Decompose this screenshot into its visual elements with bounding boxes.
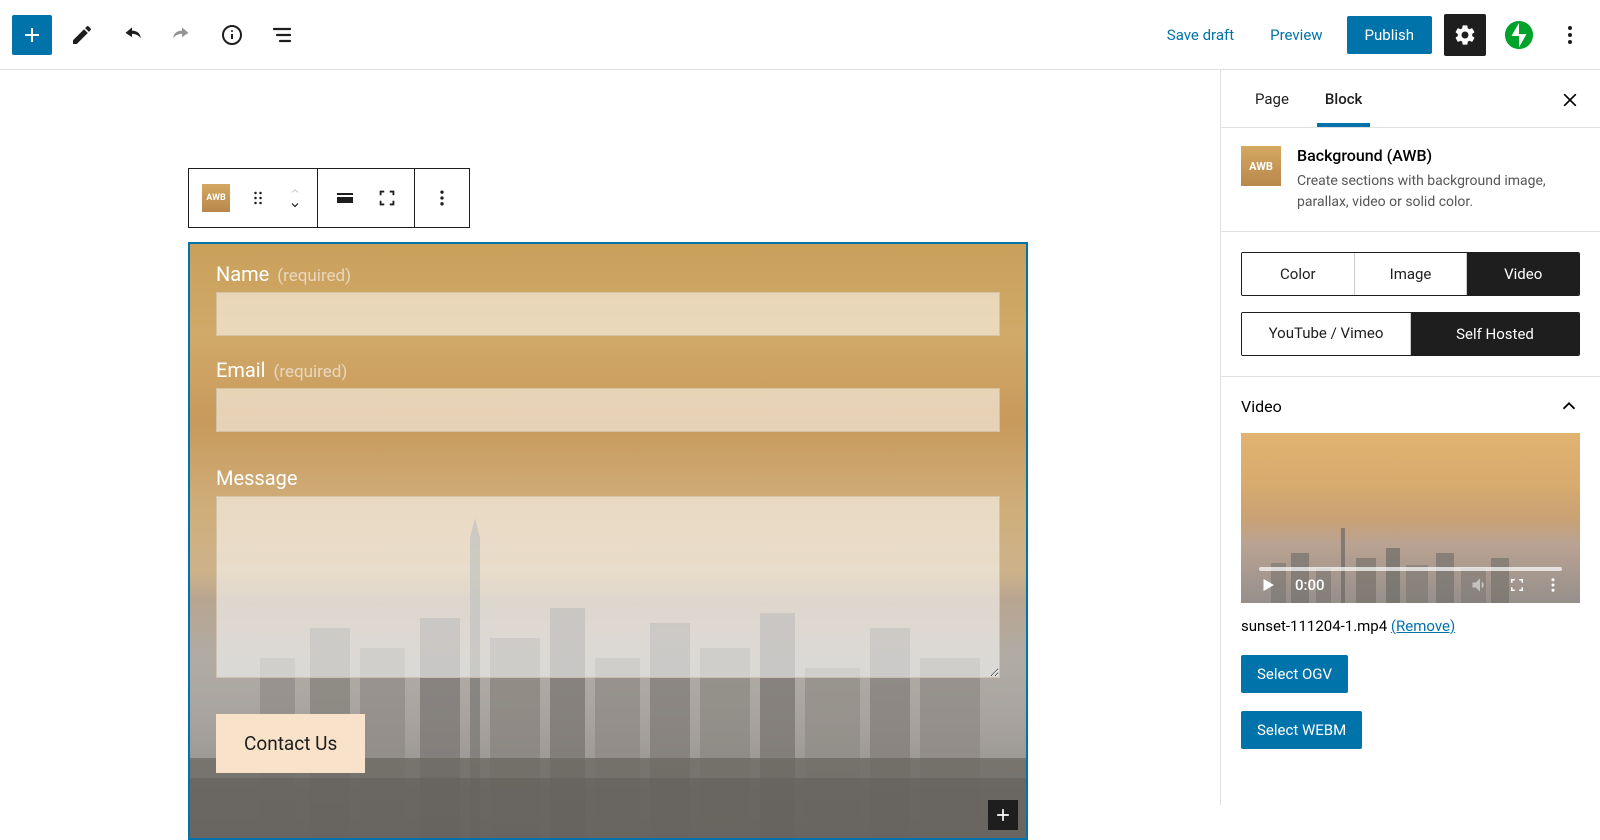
chevron-up-icon [1558,395,1580,417]
toolbar-right: Save draft Preview Publish [1155,14,1588,56]
block-type-button[interactable]: AWB [195,177,237,219]
video-progress[interactable] [1259,567,1562,571]
background-block[interactable]: Name (required) Email (required) Message… [188,242,1028,840]
editor-canvas: AWB [0,70,1220,805]
video-source-youtube[interactable]: YouTube / Vimeo [1242,313,1411,355]
jetpack-icon [1504,20,1534,50]
contact-submit-button[interactable]: Contact Us [216,714,365,773]
align-button[interactable] [324,177,366,219]
email-input[interactable] [216,388,1000,432]
close-icon [1560,90,1580,110]
plus-icon [20,23,44,47]
bg-type-toggle: Color Image Video [1241,252,1580,296]
info-icon [220,23,244,47]
undo-button[interactable] [112,15,152,55]
contact-form: Name (required) Email (required) Message… [190,244,1026,838]
move-down-button[interactable] [286,199,304,211]
video-time: 0:00 [1295,576,1325,594]
more-vertical-icon [1558,23,1582,47]
volume-icon[interactable] [1470,575,1490,595]
fullwidth-button[interactable] [366,177,408,219]
tab-block[interactable]: Block [1307,72,1380,126]
drag-handle[interactable] [237,177,279,219]
background-type-section: Color Image Video YouTube / Vimeo Self H… [1221,232,1600,377]
message-label: Message [216,466,1000,490]
chevron-down-icon [286,199,304,211]
name-label: Name (required) [216,262,1000,286]
redo-button[interactable] [162,15,202,55]
sidebar-tabs: Page Block [1221,70,1600,128]
chevron-up-icon [286,185,304,197]
list-view-icon [270,23,294,47]
video-panel-toggle[interactable]: Video [1241,395,1580,417]
preview-button[interactable]: Preview [1258,18,1334,52]
block-card-desc: Create sections with background image, p… [1297,171,1580,213]
redo-icon [169,22,195,48]
plus-icon [993,805,1013,825]
play-icon[interactable] [1259,576,1277,594]
info-button[interactable] [212,15,252,55]
bg-type-color[interactable]: Color [1242,253,1355,295]
more-options-button[interactable] [1552,14,1588,56]
block-card-title: Background (AWB) [1297,146,1580,165]
video-source-self-hosted[interactable]: Self Hosted [1411,313,1579,355]
bg-type-image[interactable]: Image [1355,253,1468,295]
more-vertical-icon[interactable] [1544,576,1562,594]
fullwidth-icon [376,187,398,209]
video-preview[interactable]: 0:00 [1241,433,1580,603]
name-required: (required) [277,266,351,286]
list-view-button[interactable] [262,15,302,55]
tab-page[interactable]: Page [1237,72,1307,126]
block-more-button[interactable] [421,177,463,219]
edit-mode-button[interactable] [62,15,102,55]
video-remove-link[interactable]: (Remove) [1391,617,1455,635]
main-area: AWB [0,70,1600,805]
awb-block-icon: AWB [202,184,230,212]
sidebar-close-button[interactable] [1556,86,1584,114]
block-card: AWB Background (AWB) Create sections wit… [1221,128,1600,232]
video-panel: Video 0:00 [1221,377,1600,785]
save-draft-button[interactable]: Save draft [1155,18,1246,52]
fullscreen-icon[interactable] [1508,576,1526,594]
email-label: Email (required) [216,358,1000,382]
move-up-button[interactable] [286,185,304,197]
video-controls: 0:00 [1241,575,1580,595]
pencil-icon [70,23,94,47]
more-vertical-icon [432,188,452,208]
video-panel-title: Video [1241,397,1282,416]
message-textarea[interactable] [216,496,1000,678]
video-source-toggle: YouTube / Vimeo Self Hosted [1241,312,1580,356]
block-toolbar: AWB [188,168,470,228]
drag-icon [248,188,268,208]
settings-sidebar: Page Block AWB Background (AWB) Create s… [1220,70,1600,805]
name-input[interactable] [216,292,1000,336]
bg-type-video[interactable]: Video [1467,253,1579,295]
email-required: (required) [274,362,348,382]
toolbar-left [12,15,302,55]
settings-button[interactable] [1444,14,1486,56]
top-toolbar: Save draft Preview Publish [0,0,1600,70]
select-webm-button[interactable]: Select WEBM [1241,711,1362,749]
jetpack-button[interactable] [1498,14,1540,56]
gear-icon [1453,23,1477,47]
add-block-button[interactable] [12,15,52,55]
publish-button[interactable]: Publish [1347,16,1432,54]
awb-block-icon: AWB [1241,146,1281,186]
align-icon [333,186,357,210]
select-ogv-button[interactable]: Select OGV [1241,655,1348,693]
video-filename: sunset-111204-1.mp4 (Remove) [1241,617,1580,635]
undo-icon [119,22,145,48]
